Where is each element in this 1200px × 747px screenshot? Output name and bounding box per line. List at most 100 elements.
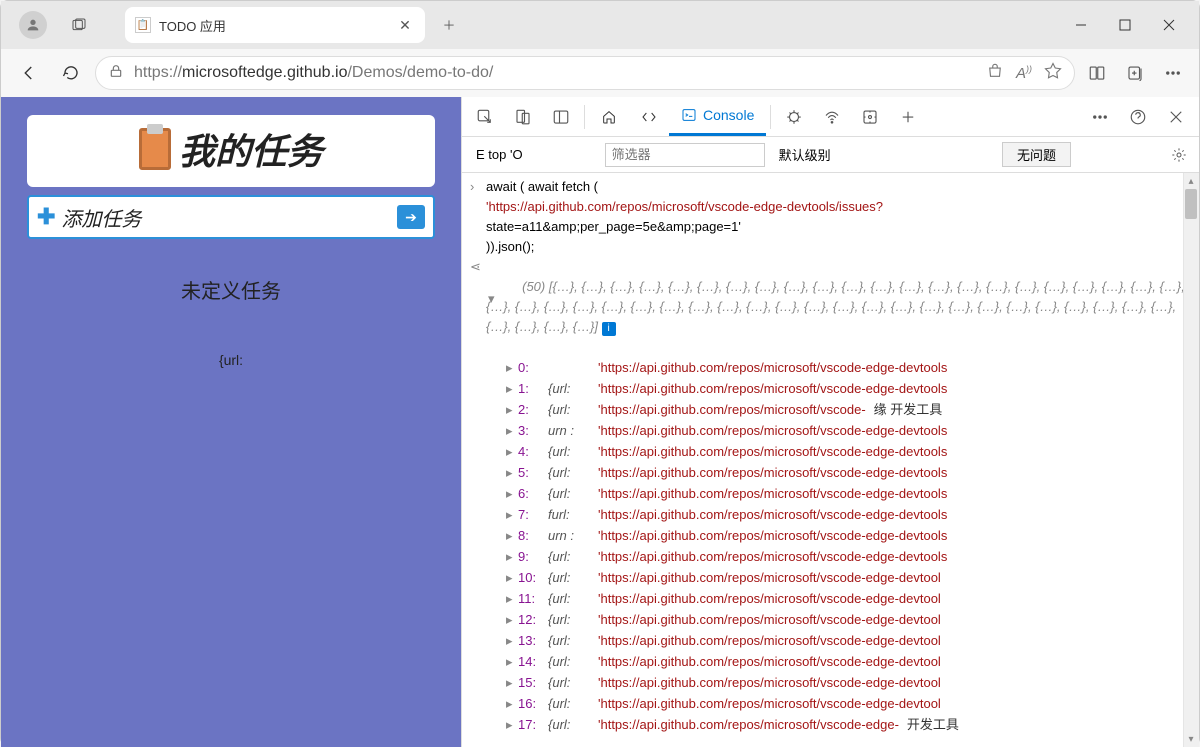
result-entry[interactable]: ▸15:{url:'https://api.github.com/repos/m… <box>470 672 1199 693</box>
expand-icon[interactable]: ▸ <box>506 693 518 714</box>
log-level-selector[interactable]: 默认级别 <box>773 143 837 166</box>
expand-icon[interactable]: ▸ <box>506 546 518 567</box>
result-entry[interactable]: ▸6:{url:'https://api.github.com/repos/mi… <box>470 483 1199 504</box>
task-url-text: {url: <box>9 352 453 368</box>
expand-icon[interactable]: ▸ <box>506 609 518 630</box>
code-params: state=a11&amp;per_page=5e&amp;page=1' <box>486 217 741 237</box>
expand-icon[interactable]: ▸ <box>506 420 518 441</box>
undefined-task-label: 未定义任务 <box>9 275 453 304</box>
inspect-icon[interactable] <box>466 98 504 136</box>
dock-icon[interactable] <box>542 98 580 136</box>
tab-favicon-icon: 📋 <box>135 17 151 33</box>
scroll-up-icon[interactable]: ▴ <box>1183 173 1199 189</box>
console-settings-icon[interactable] <box>1167 143 1191 167</box>
welcome-tab[interactable] <box>589 98 629 136</box>
new-tab-button[interactable] <box>433 9 465 41</box>
result-entry[interactable]: ▸2:{url:'https://api.github.com/repos/mi… <box>470 399 1199 420</box>
collections-icon[interactable] <box>1119 57 1151 89</box>
devtools-tabs: Console <box>462 97 1199 137</box>
filter-input[interactable] <box>605 143 765 167</box>
code-url: 'https://api.github.com/repos/microsoft/… <box>486 197 883 217</box>
result-entry[interactable]: ▸12:{url:'https://api.github.com/repos/m… <box>470 609 1199 630</box>
result-entry[interactable]: ▸9:{url:'https://api.github.com/repos/mi… <box>470 546 1199 567</box>
minimize-button[interactable] <box>1059 9 1103 41</box>
address-bar: https://microsoftedge.github.io/Demos/de… <box>1 49 1199 97</box>
expand-icon[interactable]: ▸ <box>506 567 518 588</box>
console-tab[interactable]: Console <box>669 98 766 136</box>
back-button[interactable] <box>11 55 47 91</box>
expand-icon[interactable]: ▸ <box>506 399 518 420</box>
result-entry[interactable]: ▸0:'https://api.github.com/repos/microso… <box>470 357 1199 378</box>
browser-tab[interactable]: 📋 TODO 应用 ✕ <box>125 7 425 43</box>
result-entry[interactable]: ▸13:{url:'https://api.github.com/repos/m… <box>470 630 1199 651</box>
expand-icon[interactable]: ▸ <box>506 357 518 378</box>
info-badge-icon[interactable]: i <box>602 322 616 336</box>
performance-icon[interactable] <box>851 98 889 136</box>
console-toolbar: E top 'O 默认级别 无问题 <box>462 137 1199 173</box>
favorite-icon[interactable] <box>1044 62 1062 85</box>
result-entry[interactable]: ▸1:{url:'https://api.github.com/repos/mi… <box>470 378 1199 399</box>
page-title: 我的任务 <box>27 123 435 175</box>
devtools-close-icon[interactable] <box>1157 98 1195 136</box>
code-end: )).json(); <box>486 237 534 257</box>
issues-icon[interactable] <box>775 98 813 136</box>
devtools-help-icon[interactable] <box>1119 98 1157 136</box>
expand-icon[interactable]: ▸ <box>506 525 518 546</box>
scrollbar-thumb[interactable] <box>1185 189 1197 219</box>
prompt-icon: › <box>470 177 486 197</box>
expand-icon[interactable]: ▸ <box>506 462 518 483</box>
console-output[interactable]: › await ( await fetch ( 'https://api.git… <box>462 173 1199 747</box>
result-entry[interactable]: ▸17:{url:'https://api.github.com/repos/m… <box>470 714 1199 735</box>
plus-icon: ✚ <box>37 204 55 230</box>
profile-icon[interactable] <box>19 11 47 39</box>
maximize-button[interactable] <box>1103 9 1147 41</box>
devtools-more-icon[interactable] <box>1081 98 1119 136</box>
code-line: await ( await fetch ( <box>486 177 598 197</box>
more-tabs-icon[interactable] <box>889 98 927 136</box>
result-entry[interactable]: ▸5:{url:'https://api.github.com/repos/mi… <box>470 462 1199 483</box>
submit-task-button[interactable]: ➔ <box>397 205 425 229</box>
result-entry[interactable]: ▸10:{url:'https://api.github.com/repos/m… <box>470 567 1199 588</box>
result-entry[interactable]: ▸8:urn :'https://api.github.com/repos/mi… <box>470 525 1199 546</box>
result-entry[interactable]: ▸7:furl:'https://api.github.com/repos/mi… <box>470 504 1199 525</box>
titlebar: 📋 TODO 应用 ✕ <box>1 1 1199 49</box>
expand-icon[interactable]: ▸ <box>506 588 518 609</box>
result-icon: ⋖ <box>470 257 486 277</box>
elements-tab[interactable] <box>629 98 669 136</box>
network-conditions-icon[interactable] <box>813 98 851 136</box>
expand-icon[interactable]: ▸ <box>506 672 518 693</box>
scrollbar[interactable]: ▴ ▾ <box>1183 173 1199 747</box>
result-summary[interactable]: (50) [{…}, {…}, {…}, {…}, {…}, {…}, {…},… <box>486 257 1199 357</box>
shopping-icon[interactable] <box>986 62 1004 85</box>
add-task-label: 添加任务 <box>61 203 397 232</box>
close-window-button[interactable] <box>1147 9 1191 41</box>
more-icon[interactable] <box>1157 57 1189 89</box>
expand-icon[interactable]: ▸ <box>506 504 518 525</box>
add-task-input[interactable]: ✚ 添加任务 ➔ <box>27 195 435 239</box>
refresh-button[interactable] <box>53 55 89 91</box>
no-issues-button[interactable]: 无问题 <box>1002 142 1071 167</box>
tab-close-icon[interactable]: ✕ <box>395 17 415 34</box>
expand-icon[interactable]: ▸ <box>506 483 518 504</box>
expand-icon[interactable]: ▸ <box>506 441 518 462</box>
result-entry[interactable]: ▸16:{url:'https://api.github.com/repos/m… <box>470 693 1199 714</box>
url-text: https://microsoftedge.github.io/Demos/de… <box>134 64 986 82</box>
clipboard-icon <box>139 128 171 170</box>
scroll-down-icon[interactable]: ▾ <box>1183 731 1199 747</box>
expand-icon[interactable]: ▸ <box>506 714 518 735</box>
result-entry[interactable]: ▸4:{url:'https://api.github.com/repos/mi… <box>470 441 1199 462</box>
url-input[interactable]: https://microsoftedge.github.io/Demos/de… <box>95 56 1075 90</box>
expand-icon[interactable]: ▸ <box>506 651 518 672</box>
device-icon[interactable] <box>504 98 542 136</box>
split-screen-icon[interactable] <box>1081 57 1113 89</box>
result-entry[interactable]: ▸3:urn :'https://api.github.com/repos/mi… <box>470 420 1199 441</box>
result-entry[interactable]: ▸11:{url:'https://api.github.com/repos/m… <box>470 588 1199 609</box>
context-selector[interactable]: E top 'O <box>470 145 529 164</box>
read-aloud-icon[interactable]: A)) <box>1016 64 1032 82</box>
devtools-panel: Console E top 'O 默认级别 无问题 › awai <box>461 97 1199 747</box>
expand-icon[interactable]: ▸ <box>506 630 518 651</box>
main-content: 我的任务 ✚ 添加任务 ➔ 未定义任务 {url: Console <box>1 97 1199 747</box>
expand-icon[interactable]: ▸ <box>506 378 518 399</box>
tab-actions-icon[interactable] <box>63 9 95 41</box>
result-entry[interactable]: ▸14:{url:'https://api.github.com/repos/m… <box>470 651 1199 672</box>
